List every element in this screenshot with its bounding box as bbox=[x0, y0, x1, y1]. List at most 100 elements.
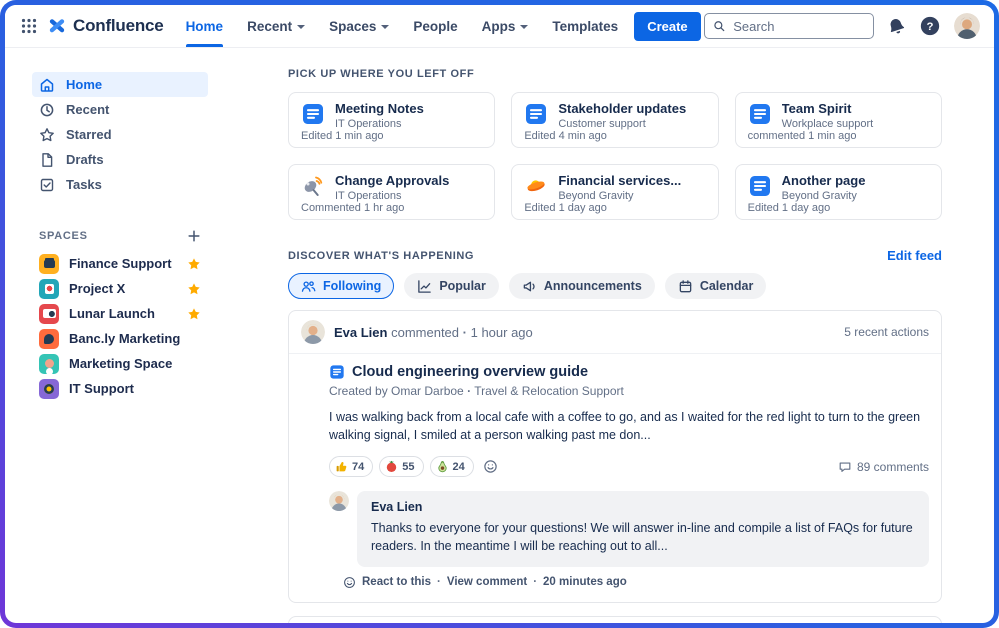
body-row: Home Recent Starred Drafts bbox=[5, 48, 994, 623]
star-icon bbox=[39, 127, 55, 143]
pickup-card-meeting-notes[interactable]: Meeting Notes IT Operations Edited 1 min… bbox=[288, 92, 495, 148]
comments-count[interactable]: 89 comments bbox=[838, 460, 929, 474]
help-icon: ? bbox=[919, 15, 941, 37]
feed-preview-text: I was walking back from a local cafe wit… bbox=[329, 408, 929, 444]
discover-section-label: DISCOVER WHAT'S HAPPENING bbox=[288, 250, 474, 262]
feed-page-title[interactable]: Cloud engineering overview guide bbox=[329, 364, 929, 380]
starred-icon[interactable] bbox=[187, 257, 201, 271]
sidebar-space-finance-support[interactable]: Finance Support bbox=[32, 251, 208, 276]
starred-icon[interactable] bbox=[187, 282, 201, 296]
starred-icon[interactable] bbox=[187, 307, 201, 321]
ufo-icon bbox=[524, 174, 548, 198]
profile-avatar[interactable] bbox=[954, 13, 980, 39]
confluence-page: Confluence Home Recent Spaces People App… bbox=[5, 5, 994, 623]
help-button[interactable]: ? bbox=[919, 15, 941, 37]
nav-item-people[interactable]: People bbox=[401, 5, 469, 47]
reaction-tomato[interactable]: 55 bbox=[379, 456, 423, 477]
browser-frame: Confluence Home Recent Spaces People App… bbox=[0, 0, 999, 628]
comment-row: Eva Lien Thanks to everyone for your que… bbox=[329, 491, 929, 566]
feed-item-cloud-engineering: Eva Lien commented · 1 hour ago 5 recent… bbox=[288, 310, 942, 603]
reactions-row: 74 55 bbox=[329, 456, 929, 477]
confluence-logo[interactable]: Confluence bbox=[47, 16, 164, 36]
page-icon bbox=[748, 174, 772, 198]
space-avatar-icon bbox=[39, 379, 59, 399]
chevron-down-icon bbox=[381, 25, 389, 29]
comment-time: 20 minutes ago bbox=[543, 576, 627, 588]
filter-announcements[interactable]: Announcements bbox=[509, 273, 655, 299]
search-icon bbox=[713, 19, 725, 33]
space-avatar-icon bbox=[39, 354, 59, 374]
search-box[interactable] bbox=[704, 13, 874, 39]
space-avatar-icon bbox=[39, 304, 59, 324]
card-meta: commented 1 min ago bbox=[748, 130, 929, 142]
pickup-card-financial-services[interactable]: Financial services... Beyond Gravity Edi… bbox=[511, 164, 718, 220]
reaction-avocado[interactable]: 24 bbox=[430, 456, 474, 477]
author-name: Eva Lien bbox=[334, 325, 387, 340]
comment-bubble-icon bbox=[838, 460, 852, 474]
sidebar-space-project-x[interactable]: Project X bbox=[32, 276, 208, 301]
feed-byline: Created by Omar Darboe · Travel & Reloca… bbox=[329, 384, 929, 398]
pickup-card-team-spirit[interactable]: Team Spirit Workplace support commented … bbox=[735, 92, 942, 148]
confluence-mark-icon bbox=[47, 16, 67, 36]
nav-item-home[interactable]: Home bbox=[174, 5, 236, 47]
react-smiley-icon bbox=[343, 576, 356, 589]
comment-footer: React to this · View comment · 20 minute… bbox=[343, 576, 929, 589]
tasks-icon bbox=[39, 177, 55, 193]
spaces-header: SPACES bbox=[32, 229, 208, 243]
spaces-label: SPACES bbox=[39, 230, 88, 242]
filter-popular[interactable]: Popular bbox=[404, 273, 499, 299]
megaphone-icon bbox=[522, 279, 537, 294]
tomato-emoji bbox=[385, 460, 398, 473]
sidebar-space-marketing-space[interactable]: Marketing Space bbox=[32, 351, 208, 376]
main-content: PICK UP WHERE YOU LEFT OFF Meeting Notes… bbox=[275, 48, 994, 623]
brand-name: Confluence bbox=[73, 16, 164, 36]
page-icon bbox=[524, 102, 548, 126]
nav-item-spaces[interactable]: Spaces bbox=[317, 5, 401, 47]
nav-item-templates[interactable]: Templates bbox=[540, 5, 630, 47]
filter-calendar[interactable]: Calendar bbox=[665, 273, 767, 299]
sidebar: Home Recent Starred Drafts bbox=[5, 48, 275, 623]
space-avatar-icon bbox=[39, 329, 59, 349]
pickup-card-another-page[interactable]: Another page Beyond Gravity Edited 1 day… bbox=[735, 164, 942, 220]
feed-item-incident-pirs: Jie Yan Song edited · 1 hour ago bbox=[288, 616, 942, 624]
sidebar-item-tasks[interactable]: Tasks bbox=[32, 172, 208, 197]
app-grid-icon bbox=[21, 18, 37, 34]
pickup-card-stakeholder-updates[interactable]: Stakeholder updates Customer support Edi… bbox=[511, 92, 718, 148]
sidebar-space-it-support[interactable]: IT Support bbox=[32, 376, 208, 401]
nav-item-apps[interactable]: Apps bbox=[470, 5, 541, 47]
feed-item-who: Eva Lien commented · 1 hour ago bbox=[334, 325, 533, 340]
chart-icon bbox=[417, 279, 432, 294]
comment-text: Thanks to everyone for your questions! W… bbox=[371, 519, 915, 555]
satellite-icon bbox=[301, 174, 325, 198]
draft-icon bbox=[39, 152, 55, 168]
nav-item-recent[interactable]: Recent bbox=[235, 5, 317, 47]
page-icon bbox=[748, 102, 772, 126]
sidebar-item-drafts[interactable]: Drafts bbox=[32, 147, 208, 172]
comment-bubble: Eva Lien Thanks to everyone for your que… bbox=[357, 491, 929, 566]
edit-feed-link[interactable]: Edit feed bbox=[887, 248, 942, 263]
sidebar-item-recent[interactable]: Recent bbox=[32, 97, 208, 122]
sidebar-space-lunar-launch[interactable]: Lunar Launch bbox=[32, 301, 208, 326]
sidebar-space-bancly-marketing[interactable]: Banc.ly Marketing bbox=[32, 326, 208, 351]
notifications-button[interactable] bbox=[887, 17, 906, 36]
search-input[interactable] bbox=[731, 18, 865, 35]
discover-header: DISCOVER WHAT'S HAPPENING Edit feed bbox=[288, 248, 942, 263]
react-to-this-link[interactable]: React to this bbox=[362, 576, 431, 588]
sidebar-item-home[interactable]: Home bbox=[32, 72, 208, 97]
page-icon bbox=[301, 102, 325, 126]
pickup-card-change-approvals[interactable]: Change Approvals IT Operations Commented… bbox=[288, 164, 495, 220]
create-button[interactable]: Create bbox=[634, 12, 700, 41]
space-avatar-icon bbox=[39, 254, 59, 274]
reaction-thumbs-up[interactable]: 74 bbox=[329, 456, 373, 477]
activity-feed: Eva Lien commented · 1 hour ago 5 recent… bbox=[288, 310, 942, 623]
calendar-icon bbox=[678, 279, 693, 294]
sidebar-item-starred[interactable]: Starred bbox=[32, 122, 208, 147]
feed-item-header: Eva Lien commented · 1 hour ago 5 recent… bbox=[289, 311, 941, 354]
app-switcher-button[interactable] bbox=[17, 14, 41, 38]
clock-icon bbox=[39, 102, 55, 118]
view-comment-link[interactable]: View comment bbox=[447, 576, 527, 588]
add-space-button[interactable] bbox=[187, 229, 201, 243]
filter-following[interactable]: Following bbox=[288, 273, 394, 299]
add-reaction-button[interactable] bbox=[483, 459, 498, 474]
card-meta: Edited 1 min ago bbox=[301, 130, 482, 142]
